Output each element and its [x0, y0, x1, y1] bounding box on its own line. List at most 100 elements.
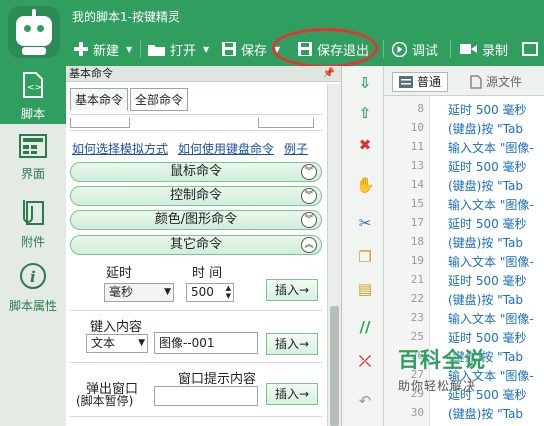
time-label: 时 间 — [192, 266, 223, 281]
copy-icon[interactable]: ❐ — [356, 248, 374, 266]
category-label: 颜色/图形命令 — [154, 212, 238, 227]
paste-icon[interactable]: ▤ — [356, 280, 374, 298]
sidebar-label: 脚本 — [20, 107, 45, 121]
category-mouse[interactable]: 鼠标命令 ︾ — [70, 162, 322, 182]
code-line[interactable]: 延时 500 毫秒 — [448, 101, 527, 118]
script-icon: <> — [23, 72, 43, 98]
vertical-toolbar: ⇩ ⇧ ✖ ✋ ✂ ❐ ▤ // ⤫ ↶ — [342, 66, 384, 426]
open-label: 打开 — [170, 43, 197, 59]
comment-icon[interactable]: // — [356, 318, 374, 336]
line-number: 14 — [410, 178, 424, 191]
line-number: 18 — [410, 235, 424, 248]
help-link[interactable]: 例子 — [284, 140, 308, 157]
undo-icon[interactable]: ↶ — [356, 392, 374, 410]
window-icon — [522, 42, 538, 56]
code-line[interactable]: (键盘)按 "Tab — [448, 405, 523, 422]
svg-text:i: i — [30, 268, 36, 286]
line-number: 17 — [410, 216, 424, 229]
pin-icon[interactable]: 📌 — [323, 66, 335, 82]
move-down-icon[interactable]: ⇩ — [356, 74, 374, 92]
sidebar-item-attachment[interactable]: 附件 — [0, 198, 66, 250]
hand-icon[interactable]: ✋ — [356, 176, 375, 194]
delete-icon[interactable]: ✖ — [356, 136, 374, 154]
move-up-icon[interactable]: ⇧ — [356, 104, 374, 122]
tab-source[interactable]: 源文件 — [464, 72, 528, 92]
help-links: 如何选择模拟方式 如何使用键盘命令 例子 — [72, 140, 308, 157]
delay-time-input[interactable]: 500 ▲ ▼ — [186, 283, 234, 302]
code-line[interactable]: 输入文本 "图像- — [448, 196, 534, 213]
debug-button[interactable]: 调试 — [392, 38, 438, 60]
code-line[interactable]: 延时 500 毫秒 — [448, 215, 527, 232]
code-line[interactable]: (键盘)按 "Tab — [448, 234, 523, 251]
interface-icon — [19, 134, 47, 158]
line-number: 8 — [417, 102, 424, 115]
category-control[interactable]: 控制命令 ︾ — [70, 186, 322, 206]
code-line[interactable]: 输入文本 "图像- — [448, 253, 534, 270]
editor-tabs: 普通 源文件 — [384, 66, 544, 96]
expand-icon: ︾ — [301, 212, 317, 228]
delay-label: 延时 — [106, 266, 133, 281]
code-line[interactable]: 延时 500 毫秒 — [448, 272, 527, 289]
insert-popup-button[interactable]: 插入→ — [266, 383, 318, 405]
code-line[interactable]: 输入文本 "图像- — [448, 139, 534, 156]
attachment-icon — [23, 200, 44, 225]
expand-icon: ︾ — [301, 188, 317, 204]
keyinput-type-select[interactable]: 文本 ▼ — [86, 334, 148, 353]
panel-header: 基本命令 📌 — [66, 66, 341, 82]
scrollbar-thumb[interactable] — [330, 306, 339, 426]
clipped-field — [258, 118, 314, 128]
code-line[interactable]: (键盘)按 "Tab — [448, 177, 523, 194]
new-label: 新建 — [93, 43, 120, 59]
line-number: 30 — [410, 406, 424, 419]
sidebar-item-interface[interactable]: 界面 — [0, 134, 66, 182]
info-icon: i — [20, 263, 46, 289]
tab-all-commands[interactable]: 全部命令 — [130, 88, 189, 111]
list-icon — [399, 76, 413, 88]
tab-basic-commands[interactable]: 基本命令 — [70, 88, 129, 111]
panel-scrollbar[interactable] — [327, 84, 341, 426]
window-title: 我的脚本1-按键精灵 — [72, 10, 180, 24]
source-file-icon — [470, 75, 482, 89]
delay-unit-value: 毫秒 — [109, 285, 134, 299]
new-button[interactable]: 新建 ▼ — [74, 38, 132, 60]
uncomment-icon[interactable]: ⤫ — [356, 352, 374, 370]
line-number: 11 — [410, 140, 424, 153]
delay-unit-select[interactable]: 毫秒 ▼ — [104, 283, 174, 302]
category-other[interactable]: 其它命令 ︽ — [70, 235, 322, 255]
app-logo-icon — [8, 6, 60, 58]
tab-normal[interactable]: 普通 — [392, 72, 449, 92]
help-link[interactable]: 如何使用键盘命令 — [178, 140, 274, 157]
code-line[interactable]: 输入文本 "图像- — [448, 310, 534, 327]
cut-icon[interactable]: ✂ — [356, 214, 374, 232]
category-label: 鼠标命令 — [169, 164, 222, 179]
keyinput-content-value: 图像--001 — [159, 336, 215, 350]
code-line[interactable]: (键盘)按 "Tab — [448, 120, 523, 137]
code-line[interactable]: 延时 500 毫秒 — [448, 158, 527, 175]
keyinput-content-input[interactable]: 图像--001 — [154, 332, 258, 354]
sidebar-label: 界面 — [20, 167, 45, 181]
popup-content-input[interactable] — [154, 386, 258, 406]
help-link[interactable]: 如何选择模拟方式 — [72, 140, 168, 157]
insert-keyinput-button[interactable]: 插入→ — [266, 333, 318, 355]
line-number: 10 — [410, 121, 424, 134]
code-line[interactable]: (键盘)按 "Tab — [448, 291, 523, 308]
sidebar: <> 脚本 界面 附件 i 脚本属性 — [0, 66, 66, 426]
tab-source-label: 源文件 — [486, 75, 523, 89]
spinner-icon[interactable]: ▲ ▼ — [226, 284, 231, 300]
save-icon — [222, 42, 236, 56]
panel-tabs: 基本命令 全部命令 — [70, 88, 189, 111]
category-color-image[interactable]: 颜色/图形命令 ︾ — [70, 210, 322, 230]
title-bar: 我的脚本1-按键精灵 新建 ▼ 打开 ▼ 保存 ▼ 保存退出 调试 录制 — [0, 0, 544, 68]
record-button[interactable]: 录制 — [460, 38, 508, 60]
line-number: 13 — [410, 159, 424, 172]
insert-delay-button[interactable]: 插入→ — [266, 279, 318, 301]
popup-pause-label: (脚本暂停) — [76, 394, 134, 408]
record-label: 录制 — [482, 43, 509, 59]
more-tool-button[interactable] — [522, 38, 538, 60]
sidebar-item-script[interactable]: <> 脚本 — [0, 66, 66, 124]
open-button[interactable]: 打开 ▼ — [148, 38, 209, 60]
line-number: 19 — [410, 254, 424, 267]
delay-time-value: 500 — [191, 285, 214, 299]
line-number: 15 — [410, 197, 424, 210]
sidebar-item-properties[interactable]: i 脚本属性 — [0, 262, 66, 314]
